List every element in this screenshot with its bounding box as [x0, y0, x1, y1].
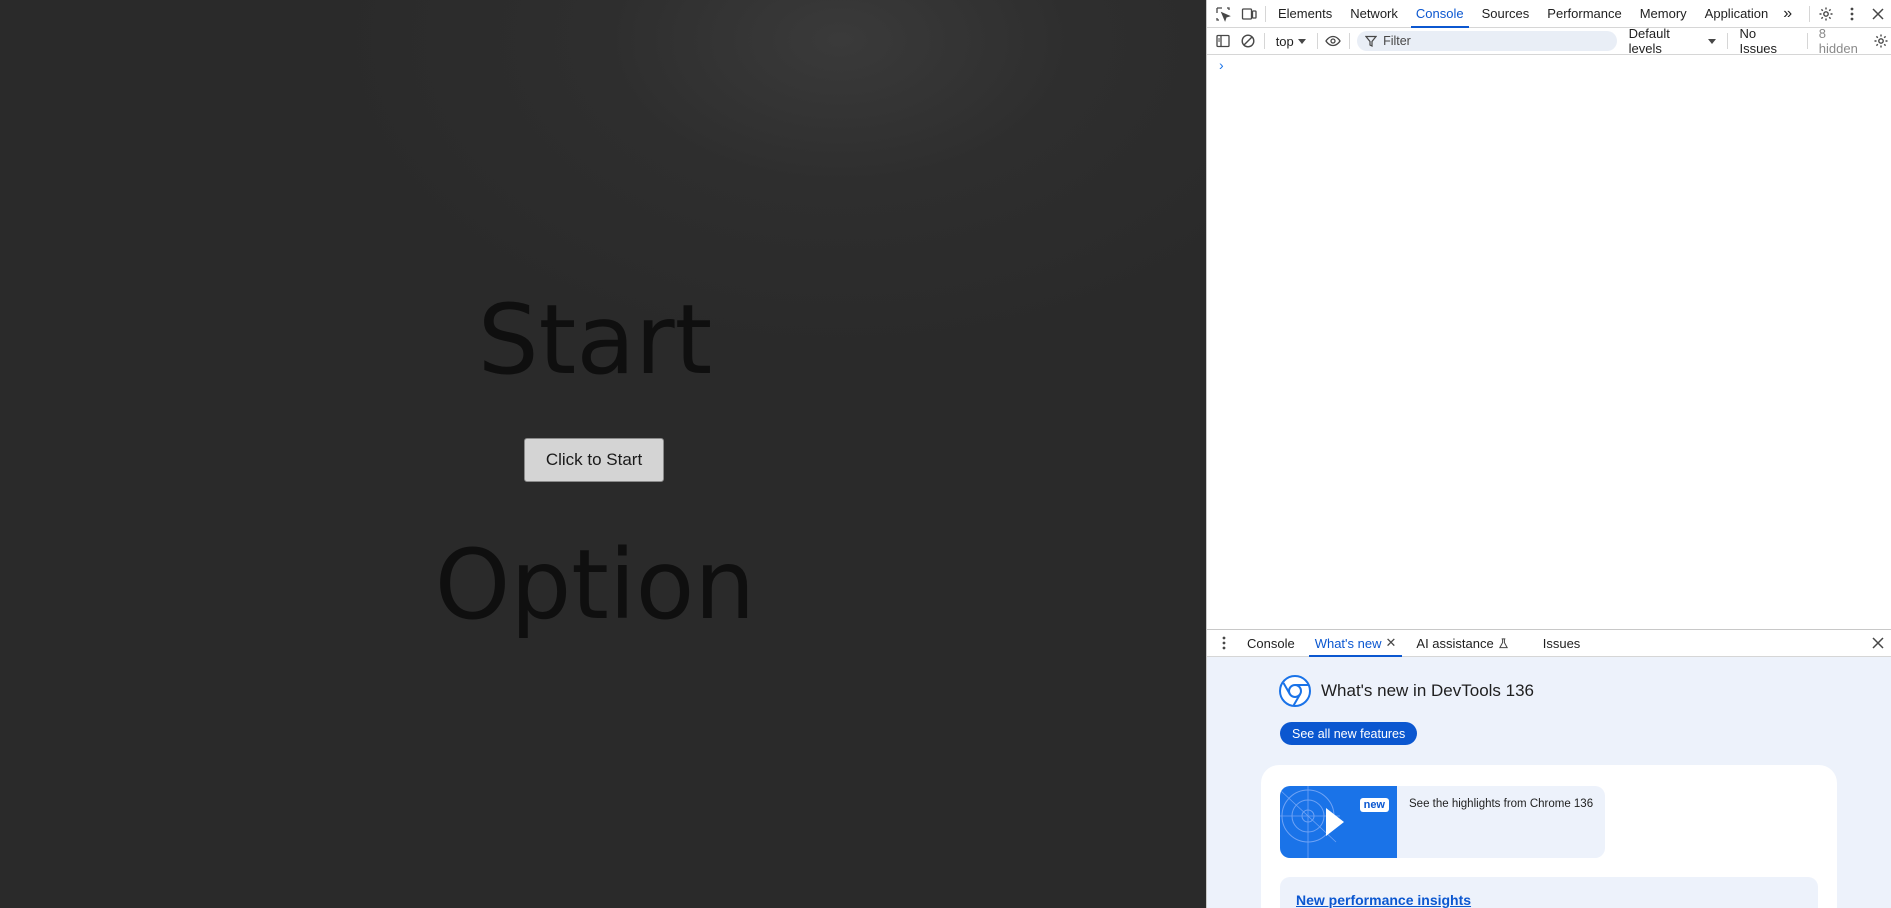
drawer-tab-whats-new[interactable]: What's new ✕	[1305, 630, 1407, 657]
chevron-down-icon	[1708, 38, 1717, 44]
more-tabs-icon[interactable]: »	[1777, 0, 1798, 28]
tab-elements[interactable]: Elements	[1269, 0, 1341, 28]
flask-icon	[1498, 637, 1508, 648]
play-icon	[1280, 786, 1344, 858]
performance-insights-link[interactable]: New performance insights	[1296, 892, 1471, 908]
hidden-count: 8 hidden	[1818, 26, 1858, 56]
inspect-element-icon[interactable]	[1210, 1, 1236, 27]
devtools-tabbar: Elements Network Console Sources Perform…	[1207, 0, 1891, 28]
insights-card: New performance insights	[1280, 877, 1818, 908]
chrome-logo-icon	[1279, 675, 1311, 707]
filter-input[interactable]: Filter	[1357, 31, 1617, 51]
devtools-drawer: Console What's new ✕ AI assistance Issue…	[1207, 629, 1891, 908]
settings-gear-icon[interactable]	[1813, 1, 1839, 27]
log-levels-label: Default levels	[1628, 26, 1670, 56]
device-toolbar-icon[interactable]	[1236, 1, 1262, 27]
see-all-features-button[interactable]: See all new features	[1280, 722, 1418, 745]
video-caption: See the highlights from Chrome 136	[1409, 798, 1594, 810]
new-badge: new	[1359, 798, 1389, 812]
drawer-tabbar: Console What's new ✕ AI assistance Issue…	[1207, 630, 1891, 657]
start-button[interactable]: Click to Start	[524, 438, 664, 482]
tab-console[interactable]: Console	[1407, 0, 1473, 28]
tab-application[interactable]: Application	[1696, 0, 1778, 28]
close-drawer-icon[interactable]	[1865, 630, 1891, 656]
console-toolbar: top Filter Default levels No Issues 8 hi…	[1207, 26, 1891, 56]
whats-new-title: What's new in DevTools 136	[1321, 681, 1535, 700]
console-output[interactable]: ›	[1207, 55, 1891, 629]
chevron-down-icon	[1297, 38, 1306, 44]
drawer-tab-console[interactable]: Console	[1237, 630, 1305, 657]
console-prompt-chevron-icon: ›	[1219, 57, 1224, 73]
drawer-menu-icon[interactable]	[1211, 630, 1237, 656]
tab-performance[interactable]: Performance	[1538, 0, 1630, 28]
drawer-tab-ai-assistance[interactable]: AI assistance	[1406, 630, 1518, 657]
drawer-tab-ai-label: AI assistance	[1416, 635, 1494, 651]
clear-console-icon[interactable]	[1235, 28, 1260, 54]
video-thumbnail[interactable]: new	[1280, 786, 1397, 858]
drawer-tab-issues[interactable]: Issues	[1533, 630, 1591, 657]
tab-sources[interactable]: Sources	[1473, 0, 1539, 28]
filter-funnel-icon	[1365, 35, 1378, 47]
game-viewport: Start Click to Start Option	[0, 0, 1206, 908]
log-levels-dropdown[interactable]: Default levels	[1621, 26, 1725, 56]
context-label: top	[1275, 33, 1294, 49]
filter-placeholder: Filter	[1383, 34, 1411, 48]
close-tab-icon[interactable]: ✕	[1386, 635, 1397, 651]
devtools-panel: Elements Network Console Sources Perform…	[1206, 0, 1891, 908]
console-settings-gear-icon[interactable]	[1871, 28, 1891, 54]
context-selector[interactable]: top	[1268, 28, 1314, 55]
sidebar-toggle-icon[interactable]	[1210, 28, 1235, 54]
drawer-tab-issues-label: Issues	[1542, 635, 1581, 651]
live-expression-eye-icon[interactable]	[1321, 28, 1346, 54]
video-card[interactable]: new See the highlights from Chrome 136	[1280, 786, 1605, 858]
highlights-card: new See the highlights from Chrome 136 N…	[1261, 765, 1837, 908]
whats-new-header: What's new in DevTools 136	[1279, 675, 1534, 707]
start-title: Start	[477, 284, 713, 396]
kebab-menu-icon[interactable]	[1839, 1, 1865, 27]
drawer-tab-console-label: Console	[1247, 635, 1295, 651]
tab-network[interactable]: Network	[1341, 0, 1407, 28]
close-devtools-icon[interactable]	[1865, 1, 1891, 27]
issues-counter[interactable]: No Issues	[1731, 26, 1803, 56]
tab-memory[interactable]: Memory	[1631, 0, 1696, 28]
drawer-tab-whats-new-label: What's new	[1314, 635, 1382, 651]
option-title[interactable]: Option	[0, 525, 1190, 645]
